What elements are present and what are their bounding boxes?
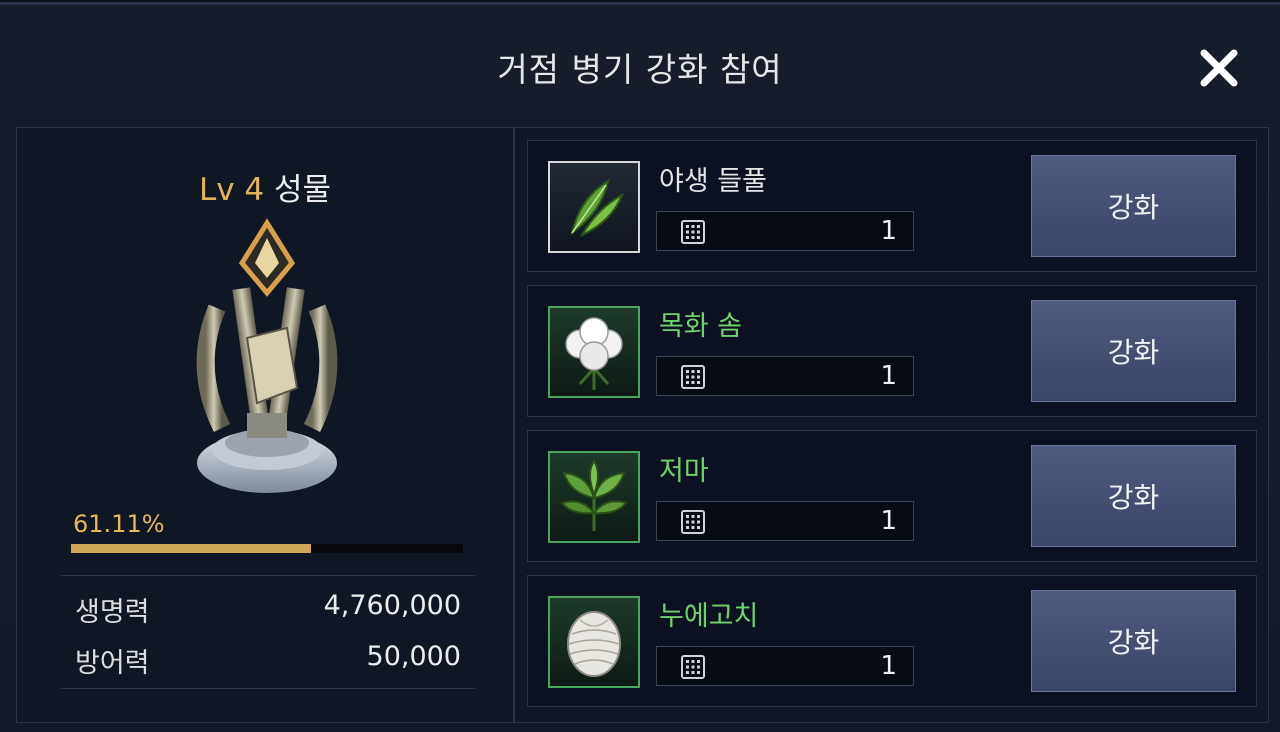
- quantity-value: 1: [880, 216, 897, 246]
- relic-panel: Lv 4 성물 61.11% 생명력 4,760,000 방어력 50,000: [16, 127, 514, 723]
- stat-label-defense: 방어력: [75, 648, 150, 679]
- quantity-value: 1: [880, 361, 897, 391]
- enhance-button[interactable]: 강화: [1031, 155, 1236, 257]
- material-name: 야생 들풀: [659, 166, 767, 197]
- cotton-icon: [565, 317, 623, 390]
- material-name: 누에고치: [659, 601, 759, 632]
- material-name: 저마: [659, 456, 709, 487]
- material-thumb: [548, 596, 640, 688]
- material-list: 야생 들풀 1 강화 목화 솜 1 강화 저마 1 강화 누에고치 1 강화: [514, 127, 1269, 723]
- progress-bar-fill: [71, 544, 311, 553]
- ramie-leaf-icon: [560, 459, 628, 531]
- relic-level: Lv 4: [198, 172, 265, 208]
- progress-percent: 61.11%: [73, 510, 165, 538]
- keypad-icon: [681, 220, 705, 244]
- dialog-title: 거점 병기 강화 참여: [497, 50, 783, 89]
- quantity-field[interactable]: 1: [656, 501, 914, 541]
- cocoon-icon: [567, 611, 621, 677]
- material-row: 저마 1 강화: [527, 430, 1257, 562]
- quantity-field[interactable]: 1: [656, 356, 914, 396]
- close-button[interactable]: [1198, 47, 1240, 89]
- keypad-icon: [681, 365, 705, 389]
- material-row: 목화 솜 1 강화: [527, 285, 1257, 417]
- stat-value-hp: 4,760,000: [323, 590, 461, 621]
- relic-name: 성물: [274, 172, 332, 208]
- enhance-button[interactable]: 강화: [1031, 590, 1236, 692]
- enhance-button[interactable]: 강화: [1031, 300, 1236, 402]
- stat-label-hp: 생명력: [75, 597, 150, 628]
- keypad-icon: [681, 510, 705, 534]
- material-thumb: [548, 306, 640, 398]
- quantity-value: 1: [880, 651, 897, 681]
- quantity-field[interactable]: 1: [656, 646, 914, 686]
- material-row: 누에고치 1 강화: [527, 575, 1257, 707]
- keypad-icon: [681, 655, 705, 679]
- close-icon: [1200, 49, 1238, 87]
- material-name: 목화 솜: [659, 311, 743, 342]
- wild-grass-icon: [570, 178, 624, 238]
- relic-icon: [196, 218, 338, 493]
- divider: [61, 688, 475, 689]
- quantity-value: 1: [880, 506, 897, 536]
- stat-value-defense: 50,000: [366, 641, 461, 672]
- enhance-dialog: 거점 병기 강화 참여 Lv 4 성물 61.11% 생명력 4,760,000…: [0, 2, 1280, 732]
- material-row: 야생 들풀 1 강화: [527, 140, 1257, 272]
- progress-bar: [71, 544, 463, 553]
- enhance-button[interactable]: 강화: [1031, 445, 1236, 547]
- divider: [61, 575, 475, 576]
- quantity-field[interactable]: 1: [656, 211, 914, 251]
- relic-title: Lv 4 성물: [17, 164, 513, 209]
- material-thumb: [548, 451, 640, 543]
- material-thumb: [548, 161, 640, 253]
